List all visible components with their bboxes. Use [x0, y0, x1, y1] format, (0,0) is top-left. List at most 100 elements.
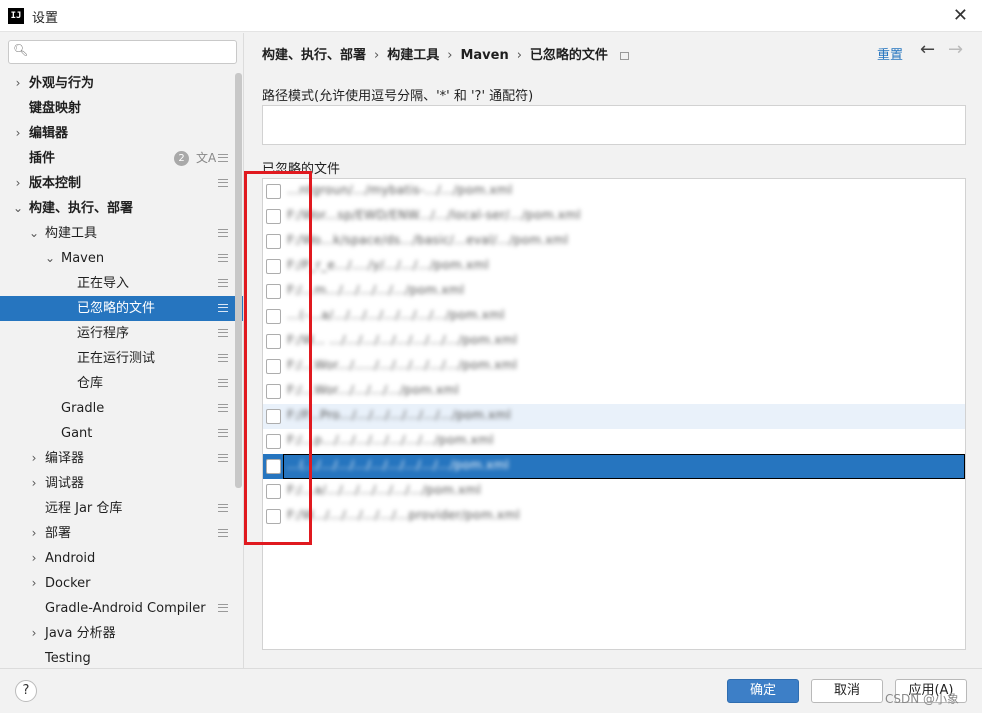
help-button[interactable]: ? — [15, 680, 37, 702]
ignored-file-row[interactable]: F:/P...Pro.../.../.../.../.../.../.../po… — [263, 404, 965, 429]
sidebar-item[interactable]: ⌄ 构建工具 — [0, 221, 243, 246]
reset-link[interactable]: 重置 — [877, 44, 903, 63]
project-scope-icon — [218, 154, 228, 162]
project-scope-icon — [218, 504, 228, 512]
sidebar-item-label: Android — [45, 551, 96, 566]
ignored-file-path: F:/...Wor.../.../.../.../pom.xml — [287, 383, 459, 397]
search-input[interactable] — [31, 43, 231, 61]
sidebar-item[interactable]: 键盘映射 — [0, 96, 243, 121]
ignored-file-row[interactable]: F:/...p.../.../.../.../.../.../.../pom.x… — [263, 429, 965, 454]
chevron-down-icon[interactable]: ⌄ — [12, 196, 24, 221]
chevron-right-icon[interactable]: › — [12, 171, 24, 196]
project-scope-icon — [218, 329, 228, 337]
sidebar-item[interactable]: 插件 2 文A — [0, 146, 243, 171]
sidebar-item[interactable]: › 部署 — [0, 521, 243, 546]
sidebar-item-label: 外观与行为 — [29, 76, 95, 91]
sidebar-item[interactable]: Gradle-Android Compiler — [0, 596, 243, 621]
cancel-button[interactable]: 取消 — [811, 679, 883, 703]
sidebar-item-label: Maven — [61, 251, 105, 266]
sidebar-item[interactable]: › Java 分析器 — [0, 621, 243, 646]
chevron-right-icon[interactable]: › — [12, 71, 24, 96]
sidebar-item-label: 部署 — [45, 526, 72, 541]
breadcrumb-item[interactable]: Maven — [460, 48, 508, 63]
chevron-right-icon[interactable]: › — [28, 571, 40, 596]
sidebar-item-label: 键盘映射 — [29, 101, 82, 116]
sidebar-item[interactable]: Gradle — [0, 396, 243, 421]
breadcrumb-separator-icon: › — [374, 48, 380, 63]
chevron-right-icon[interactable]: › — [12, 121, 24, 146]
sidebar-scrollbar[interactable] — [235, 73, 242, 488]
sidebar-item[interactable]: Gant — [0, 421, 243, 446]
close-icon[interactable]: ✕ — [953, 5, 968, 26]
ignored-file-row[interactable]: F:/...a/.../.../.../.../.../.../pom.xml — [263, 479, 965, 504]
sidebar-item-label: Gradle-Android Compiler — [45, 601, 206, 616]
sidebar-item[interactable]: › 外观与行为 — [0, 71, 243, 96]
sidebar-item-label: 调试器 — [45, 476, 85, 491]
sidebar-item[interactable]: ⌄ Maven — [0, 246, 243, 271]
project-scope-icon — [218, 354, 228, 362]
ignored-file-row[interactable]: F:/Wor...sp/EWD/ENW.../.../local-ser/...… — [263, 204, 965, 229]
ignored-file-row[interactable]: F:/...m.../.../.../.../.../pom.xml — [263, 279, 965, 304]
sidebar-item[interactable]: › Docker — [0, 571, 243, 596]
chevron-right-icon[interactable]: › — [28, 446, 40, 471]
ignored-file-row[interactable]: F:/P_r_e.../..../y/.../.../.../pom.xml — [263, 254, 965, 279]
ignored-file-path: F:/Wo...k/space/ds.../basic/...eval/.../… — [287, 233, 569, 247]
sidebar-item-label: 已忽略的文件 — [77, 301, 156, 316]
project-scope-icon — [218, 604, 228, 612]
ignored-file-row[interactable]: F:/Wo...k/space/ds.../basic/...eval/.../… — [263, 229, 965, 254]
chevron-right-icon[interactable]: › — [28, 521, 40, 546]
sidebar-item[interactable]: ⌄ 构建、执行、部署 — [0, 196, 243, 221]
project-scope-icon — [218, 404, 228, 412]
project-scope-icon — [218, 179, 228, 187]
project-scope-icon — [218, 304, 228, 312]
csdn-watermark: CSDN @小象 — [885, 692, 960, 706]
sidebar-item-label: Java 分析器 — [45, 626, 116, 641]
breadcrumb-separator-icon: › — [447, 48, 453, 63]
ignored-file-row[interactable]: F:/...Wor.../.../.../.../pom.xml — [263, 379, 965, 404]
ignored-file-path: F:/W.../.../.../.../.../...provider/pom.… — [287, 508, 520, 522]
back-arrow-icon[interactable]: ← — [920, 39, 935, 60]
chevron-right-icon[interactable]: › — [28, 471, 40, 496]
sidebar-item[interactable]: 仓库 — [0, 371, 243, 396]
sidebar-item-label: 远程 Jar 仓库 — [45, 501, 123, 516]
sidebar-item[interactable]: Testing — [0, 646, 243, 668]
sidebar-item[interactable]: › 调试器 — [0, 471, 243, 496]
ignored-file-row[interactable]: ...ntgroun/.../mybatis-.../.../pom.xml — [263, 179, 965, 204]
breadcrumb-separator-icon: › — [516, 48, 522, 63]
chevron-right-icon[interactable]: › — [28, 621, 40, 646]
settings-sidebar: 🔍︎ › 外观与行为 键盘映射 › 编辑器 插件 2 文A › 版本控制 ⌄ 构建、执行、部署 ⌄ 构建工… — [0, 33, 244, 668]
ignored-file-row[interactable]: F:/W... .../.../.../.../.../.../.../.../… — [263, 329, 965, 354]
sidebar-item-label: 编译器 — [45, 451, 85, 466]
sidebar-item[interactable]: 已忽略的文件 — [0, 296, 243, 321]
breadcrumb-item[interactable]: 构建、执行、部署 — [262, 48, 366, 63]
project-scope-icon — [218, 529, 228, 537]
ignored-file-row[interactable]: ...(.../.../.../.../.../.../.../.../.../… — [263, 454, 965, 479]
forward-arrow-icon[interactable]: → — [948, 39, 963, 60]
sidebar-item[interactable]: › 编辑器 — [0, 121, 243, 146]
ignored-file-path: F:/P_r_e.../..../y/.../.../.../pom.xml — [287, 258, 489, 272]
chevron-right-icon[interactable]: › — [28, 546, 40, 571]
sidebar-item[interactable]: 远程 Jar 仓库 — [0, 496, 243, 521]
project-scope-icon — [218, 279, 228, 287]
sidebar-item-label: 版本控制 — [29, 176, 82, 191]
settings-search[interactable]: 🔍︎ — [8, 40, 237, 64]
sidebar-item[interactable]: › Android — [0, 546, 243, 571]
path-pattern-input[interactable] — [262, 105, 966, 145]
ok-button[interactable]: 确定 — [727, 679, 799, 703]
ignored-files-list[interactable]: ...ntgroun/.../mybatis-.../.../pom.xml F:… — [262, 178, 966, 650]
chevron-down-icon[interactable]: ⌄ — [44, 246, 56, 271]
ignored-file-row[interactable]: F:/...Wor.../...../.../.../.../.../.../p… — [263, 354, 965, 379]
ignored-file-row[interactable]: ...(-...a/.../.../.../.../.../.../.../po… — [263, 304, 965, 329]
breadcrumb-item[interactable]: 构建工具 — [387, 48, 439, 63]
focus-outline — [283, 454, 965, 479]
sidebar-item[interactable]: 运行程序 — [0, 321, 243, 346]
sidebar-item[interactable]: › 编译器 — [0, 446, 243, 471]
ignored-file-path: ...(-...a/.../.../.../.../.../.../.../po… — [287, 308, 505, 322]
chevron-down-icon[interactable]: ⌄ — [28, 221, 40, 246]
sidebar-item[interactable]: › 版本控制 — [0, 171, 243, 196]
update-count-badge: 2 — [174, 151, 189, 166]
ignored-file-row[interactable]: F:/W.../.../.../.../.../...provider/pom.… — [263, 504, 965, 529]
sidebar-item[interactable]: 正在运行测试 — [0, 346, 243, 371]
sidebar-item[interactable]: 正在导入 — [0, 271, 243, 296]
sidebar-item-label: Gant — [61, 426, 93, 441]
